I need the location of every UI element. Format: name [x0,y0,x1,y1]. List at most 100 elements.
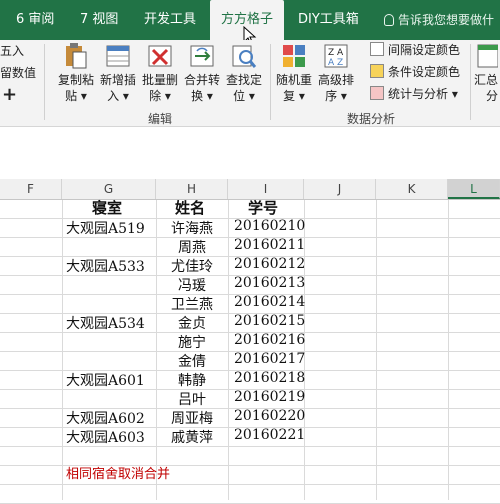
name-cell[interactable]: 许海燕 [163,218,221,238]
insert-rows-icon [105,42,131,70]
find-locate-label: 查找定 [225,73,262,87]
clipboard-icon [63,42,89,70]
copy-paste-label: 复制粘 [57,73,94,87]
conditional-color-button[interactable]: 条件设定颜色 [370,62,460,82]
student-id-cell[interactable]: 20160220 [234,408,305,424]
note-text: 相同宿舍取消合并 [66,467,171,482]
batch-delete-label-2: 除 ▾ [149,89,171,103]
conditional-color-label: 条件设定颜色 [388,65,461,79]
dorm-cell[interactable]: 大观园A534 [66,313,145,333]
column-header-i[interactable]: I [228,179,304,199]
grid-line [0,484,500,485]
group-separator [270,44,271,120]
sort-az-icon: Z AA Z [323,42,349,70]
summary-icon [476,42,499,70]
dorm-cell[interactable]: 大观园A533 [66,256,145,276]
name-cell[interactable]: 施宁 [163,332,221,352]
interval-color-button[interactable]: 间隔设定颜色 [370,40,460,60]
batch-delete-label: 批量删 [141,73,178,87]
name-cell[interactable]: 卫兰燕 [163,294,221,314]
column-header-f[interactable]: F [0,179,62,199]
name-cell[interactable]: 吕叶 [163,389,221,409]
spreadsheet-grid[interactable]: 寝室 姓名 学号 大观园A519 许海燕 20160210 周燕 20160211 大观园… [0,199,500,504]
name-cell[interactable]: 尤佳玲 [163,256,221,276]
batch-delete-button[interactable]: 批量删 除 ▾ [140,40,180,104]
edit-group-label: 编辑 [148,112,173,126]
name-cell[interactable]: 金倩 [163,351,221,371]
name-cell[interactable]: 金贞 [163,313,221,333]
random-repeat-label: 随机重 [275,73,312,87]
tab-developer[interactable]: 开发工具 [144,0,196,40]
insert-new-button[interactable]: 新增插 入 ▾ [98,40,138,104]
column-header-l[interactable]: L [448,179,500,199]
name-cell[interactable]: 周亚梅 [163,408,221,428]
name-cell[interactable]: 韩静 [163,370,221,390]
merge-convert-button[interactable]: 合并转 换 ▾ [182,40,222,104]
name-cell[interactable]: 周燕 [163,237,221,257]
header-student-id: 学号 [248,199,279,217]
merge-convert-label: 合并转 [183,73,220,87]
insert-new-label: 新增插 [99,73,136,87]
summary-label: 汇总 [474,73,499,87]
column-header-h[interactable]: H [156,179,228,199]
random-repeat-button[interactable]: 随机重 复 ▾ [274,40,314,104]
student-id-cell[interactable]: 20160215 [234,313,305,329]
student-id-cell[interactable]: 20160216 [234,332,305,348]
summary-button[interactable]: 汇总 分 [474,40,500,104]
name-cell[interactable]: 戚黄萍 [163,427,221,447]
student-id-cell[interactable]: 20160221 [234,427,305,443]
student-id-cell[interactable]: 20160211 [234,237,305,253]
advanced-sort-button[interactable]: Z AA Z 高级排 序 ▾ [316,40,356,104]
statistics-analysis-label: 统计与分析 ▾ [388,87,458,101]
student-id-cell[interactable]: 20160212 [234,256,305,272]
lightbulb-icon [384,14,394,26]
grid-line [376,200,377,500]
student-id-cell[interactable]: 20160210 [234,218,305,234]
plus-icon[interactable]: + [2,84,17,105]
dorm-cell[interactable]: 大观园A601 [66,370,145,390]
interval-color-icon [370,42,384,56]
student-id-cell[interactable]: 20160213 [234,275,305,291]
find-locate-label-2: 位 ▾ [233,89,255,103]
grid-line [156,200,157,500]
column-header-j[interactable]: J [304,179,376,199]
dorm-cell[interactable]: 大观园A519 [66,218,145,238]
student-id-cell[interactable]: 20160218 [234,370,305,386]
column-header-k[interactable]: K [376,179,448,199]
find-locate-button[interactable]: 查找定 位 ▾ [224,40,264,104]
header-name: 姓名 [175,199,206,217]
merge-icon [189,42,215,70]
formula-bar-area [0,127,500,180]
grid-line [62,200,63,500]
insert-new-label-2: 入 ▾ [107,89,129,103]
student-id-cell[interactable]: 20160217 [234,351,305,367]
summary-label-2: 分 [486,89,499,103]
advanced-sort-label: 高级排 [317,73,354,87]
conditional-color-icon [370,64,384,78]
tab-view[interactable]: 7 视图 [80,0,118,40]
data-analysis-group-label: 数据分析 [347,112,396,126]
statistics-analysis-button[interactable]: 统计与分析 ▾ [370,84,458,104]
tab-diy-toolbox[interactable]: DIY工具箱 [298,0,359,40]
svg-text:Z A: Z A [328,48,344,58]
copy-paste-button[interactable]: 复制粘 贴 ▾ [56,40,96,104]
tell-me-text: 告诉我您想要做什 [398,13,495,27]
header-dorm: 寝室 [92,199,123,217]
tab-review[interactable]: 6 审阅 [16,0,54,40]
dorm-cell[interactable]: 大观园A602 [66,408,145,428]
delete-icon [147,42,173,70]
student-id-cell[interactable]: 20160219 [234,389,305,405]
dorm-cell[interactable]: 大观园A603 [66,427,145,447]
column-header-g[interactable]: G [62,179,156,199]
keep-value-label-fragment[interactable]: 留数值 [0,64,36,81]
magnifier-icon [231,42,257,70]
round-label-fragment[interactable]: 五入 [0,42,24,59]
interval-color-label: 间隔设定颜色 [388,43,461,57]
name-cell[interactable]: 冯瑗 [163,275,221,295]
student-id-cell[interactable]: 20160214 [234,294,305,310]
tell-me-box[interactable]: 告诉我您想要做什 [384,0,494,40]
random-repeat-label-2: 复 ▾ [283,89,305,103]
statistics-icon [370,86,384,100]
group-separator [470,44,471,120]
random-grid-icon [281,42,307,70]
